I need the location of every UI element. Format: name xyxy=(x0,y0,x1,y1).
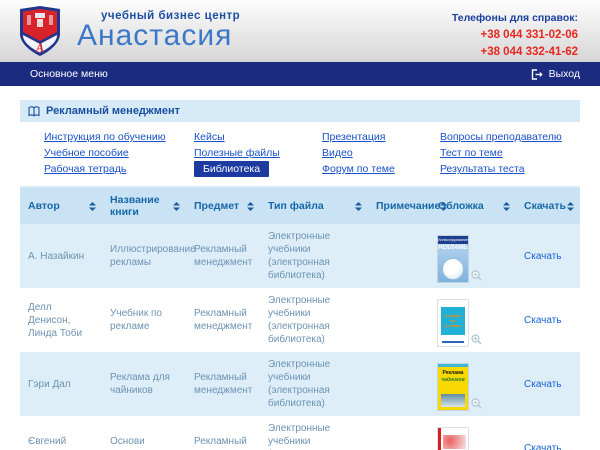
col-subject: Предмет xyxy=(186,188,260,224)
cell-cover: Рекламатеория и практика xyxy=(430,416,516,450)
table-row: Гэри Дал Реклама для чайников Рекламный … xyxy=(20,352,580,416)
cell-title: Иллюстрирование рекламы xyxy=(102,237,186,275)
site-header: А учебный бизнес центр Анастасия Телефон… xyxy=(0,0,600,62)
sort-icon[interactable] xyxy=(567,202,574,211)
cell-note xyxy=(368,250,430,262)
cell-file-type: Электронные учебники (электронная библио… xyxy=(260,352,368,416)
link-video[interactable]: Видео xyxy=(322,147,353,159)
cell-download: Скачать xyxy=(516,244,580,269)
course-links-grid: Инструкция по обучению Учебное пособие Р… xyxy=(44,129,580,177)
table-row: Євгений Ромат Основи рекламы Рекламный м… xyxy=(20,416,580,450)
col-note: Примечание xyxy=(368,188,430,224)
link-test[interactable]: Тест по теме xyxy=(440,147,503,159)
link-cases[interactable]: Кейсы xyxy=(194,131,225,143)
download-link[interactable]: Скачать xyxy=(524,315,562,326)
cell-title: Основи рекламы xyxy=(102,429,186,450)
download-link[interactable]: Скачать xyxy=(524,251,562,262)
link-test-results[interactable]: Результаты теста xyxy=(440,163,525,175)
logo[interactable]: А xyxy=(17,5,63,62)
phone-number: +38 044 331-02-06 xyxy=(452,27,578,44)
cell-subject: Рекламный менеджмент xyxy=(186,301,260,339)
col-cover: Обложка xyxy=(430,188,516,224)
coat-of-arms-icon: А xyxy=(17,5,63,57)
cell-author: Євгений Ромат xyxy=(20,429,102,450)
cell-file-type: Электронные учебники (электронная библио… xyxy=(260,288,368,352)
col-file-type: Тип файла xyxy=(260,188,368,224)
cell-download: Скачать xyxy=(516,436,580,450)
phones-block: Телефоны для справок: +38 044 331-02-06 … xyxy=(452,12,578,60)
col-author: Автор xyxy=(20,188,102,224)
link-library[interactable]: Библиотека xyxy=(194,161,269,177)
link-presentation[interactable]: Презентация xyxy=(322,131,385,143)
sort-icon[interactable] xyxy=(173,202,180,211)
link-textbook[interactable]: Учебное пособие xyxy=(44,147,129,159)
book-cover-thumbnail[interactable]: Рекламачайников xyxy=(438,364,468,410)
brand-name: Анастасия xyxy=(77,22,240,51)
cell-note xyxy=(368,442,430,450)
logout-button[interactable]: Выход xyxy=(531,68,580,80)
cell-title: Учебник по рекламе xyxy=(102,301,186,339)
cell-title: Реклама для чайников xyxy=(102,365,186,403)
main-navbar: Основное меню Выход xyxy=(0,62,600,86)
table-row: А. Назайкин Иллюстрирование рекламы Рекл… xyxy=(20,224,580,288)
logout-label: Выход xyxy=(549,68,580,80)
cell-subject: Рекламный менеджмент xyxy=(186,429,260,450)
book-cover-thumbnail[interactable]: ИллюстрированиеРЕКЛАМЫ xyxy=(438,236,468,282)
cell-note xyxy=(368,378,430,390)
cell-download: Скачать xyxy=(516,372,580,397)
cell-subject: Рекламный менеджмент xyxy=(186,237,260,275)
download-link[interactable]: Скачать xyxy=(524,443,562,450)
sort-icon[interactable] xyxy=(247,202,254,211)
brand-block: учебный бизнес центр Анастасия xyxy=(77,10,240,51)
cell-author: А. Назайкин xyxy=(20,244,102,269)
download-link[interactable]: Скачать xyxy=(524,379,562,390)
cell-download: Скачать xyxy=(516,308,580,333)
sort-icon[interactable] xyxy=(355,202,362,211)
phones-label: Телефоны для справок: xyxy=(452,12,578,24)
course-links-panel: Инструкция по обучению Учебное пособие Р… xyxy=(20,122,580,188)
cell-file-type: Электронные учебники (электронная библио… xyxy=(260,416,368,450)
book-cover-thumbnail[interactable]: Рекламатеория и практика xyxy=(438,428,468,450)
page-title-strip: Рекламный менеджмент xyxy=(20,100,580,122)
link-questions[interactable]: Вопросы преподавателю xyxy=(440,131,562,143)
cell-author: Делл Денисон, Линда Тоби xyxy=(20,295,102,346)
cell-subject: Рекламный менеджмент xyxy=(186,365,260,403)
book-cover-thumbnail[interactable]: Учебник по рекламе xyxy=(438,300,468,346)
magnifier-icon[interactable] xyxy=(471,398,482,409)
col-download: Скачать xyxy=(516,188,580,224)
cell-cover: ИллюстрированиеРЕКЛАМЫ xyxy=(430,224,516,288)
link-forum[interactable]: Форум по теме xyxy=(322,163,395,175)
magnifier-icon[interactable] xyxy=(471,270,482,281)
sort-icon[interactable] xyxy=(89,202,96,211)
magnifier-icon[interactable] xyxy=(471,334,482,345)
table-header-row: Автор Название книги Предмет Тип файла П… xyxy=(20,188,580,224)
cell-cover: Рекламачайников xyxy=(430,352,516,416)
phone-number: +38 044 332-41-62 xyxy=(452,44,578,61)
page-title: Рекламный менеджмент xyxy=(46,105,180,117)
link-workbook[interactable]: Рабочая тетрадь xyxy=(44,163,126,175)
col-title: Название книги xyxy=(102,188,186,224)
sort-icon[interactable] xyxy=(503,202,510,211)
cell-note xyxy=(368,314,430,326)
link-instruction[interactable]: Инструкция по обучению xyxy=(44,131,166,143)
logout-icon xyxy=(531,69,544,80)
content-area: Рекламный менеджмент Инструкция по обуче… xyxy=(20,100,580,450)
svg-text:А: А xyxy=(35,40,45,55)
cell-author: Гэри Дал xyxy=(20,372,102,397)
link-useful-files[interactable]: Полезные файлы xyxy=(194,147,280,159)
cell-file-type: Электронные учебники (электронная библио… xyxy=(260,224,368,288)
table-row: Делл Денисон, Линда Тоби Учебник по рекл… xyxy=(20,288,580,352)
main-menu-button[interactable]: Основное меню xyxy=(30,68,108,80)
cell-cover: Учебник по рекламе xyxy=(430,288,516,352)
book-icon xyxy=(28,106,40,117)
